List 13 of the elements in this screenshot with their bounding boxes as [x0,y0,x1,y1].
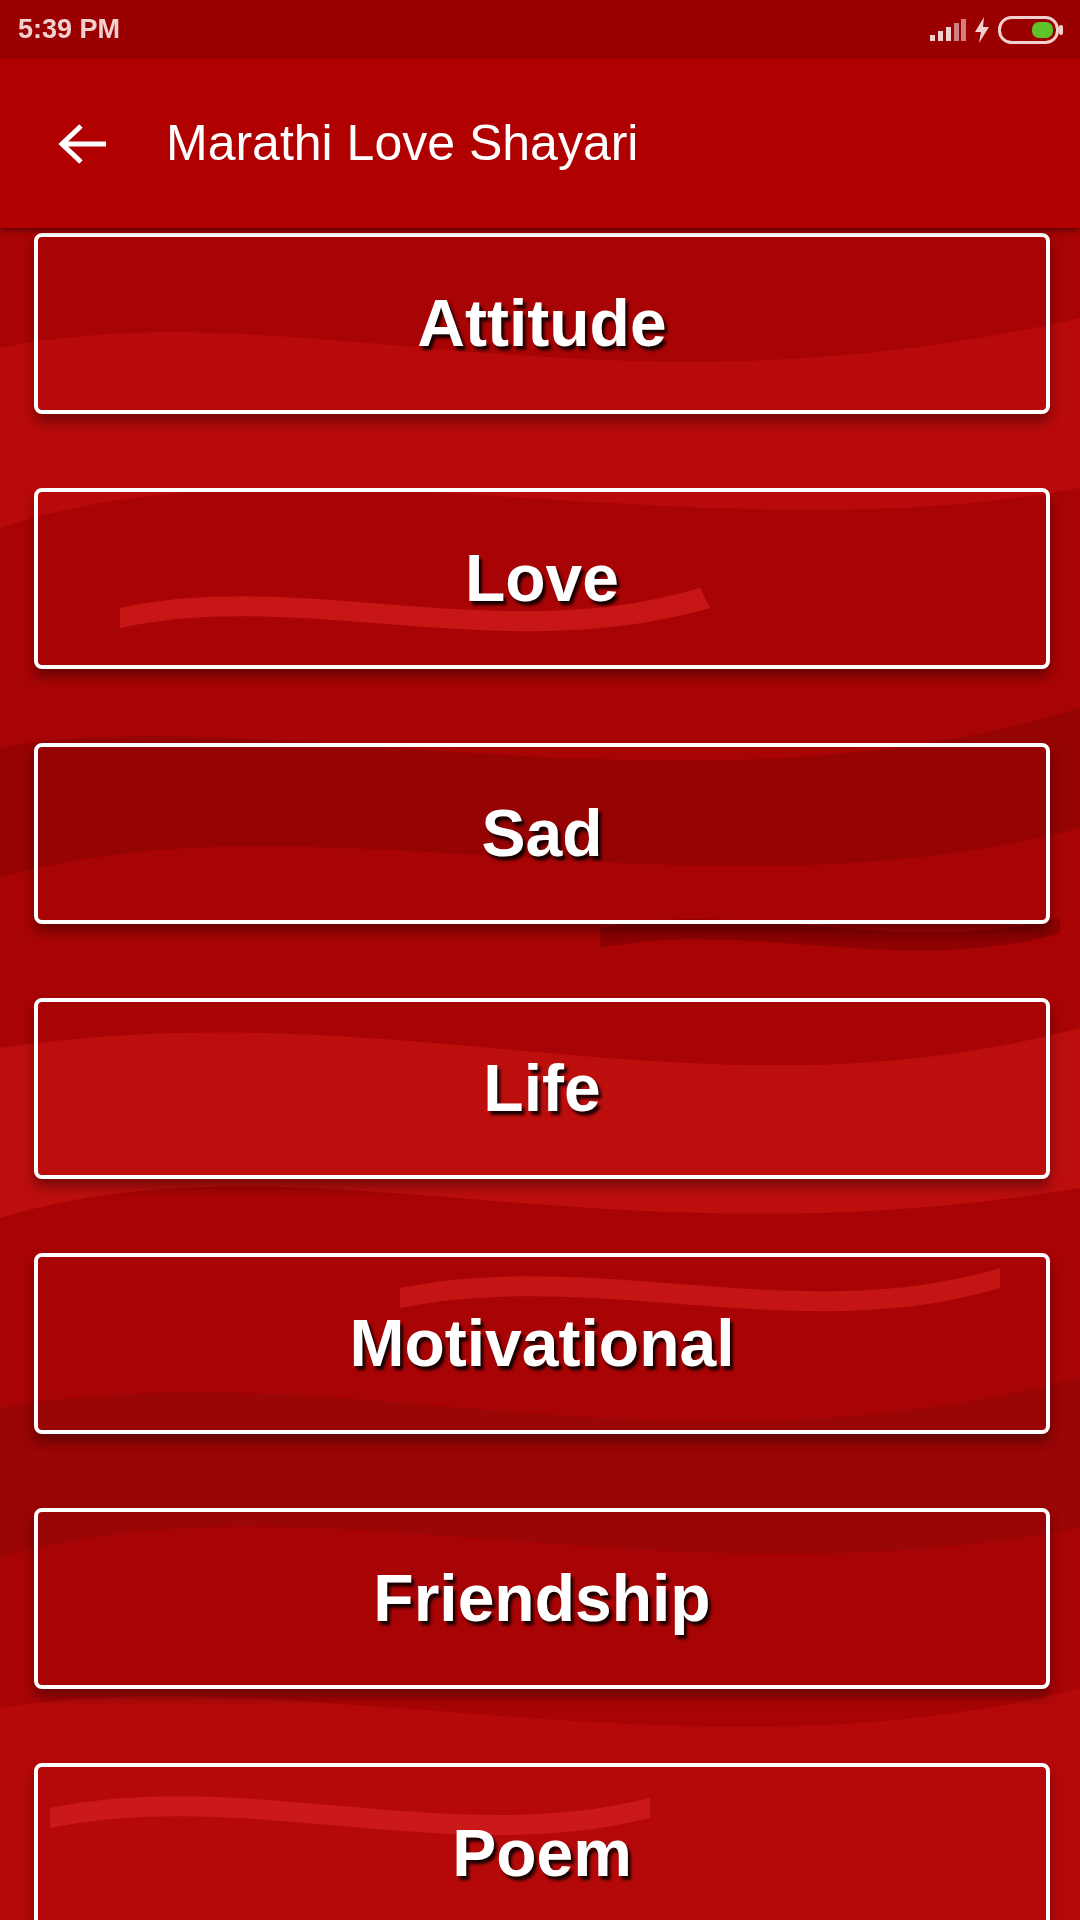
category-button[interactable]: Attitude [34,233,1050,414]
category-button[interactable]: Motivational [34,1253,1050,1434]
category-button[interactable]: Sad [34,743,1050,924]
category-button[interactable]: Friendship [34,1508,1050,1689]
category-button[interactable]: Poem [34,1763,1050,1920]
charging-icon [974,16,990,43]
status-time: 5:39 PM [18,13,121,47]
signal-icon [930,18,966,41]
app-title: Marathi Love Shayari [166,114,639,173]
category-button[interactable]: Love [34,488,1050,669]
battery-icon [998,15,1064,44]
back-arrow-icon[interactable] [58,122,108,165]
category-button[interactable]: Life [34,998,1050,1179]
